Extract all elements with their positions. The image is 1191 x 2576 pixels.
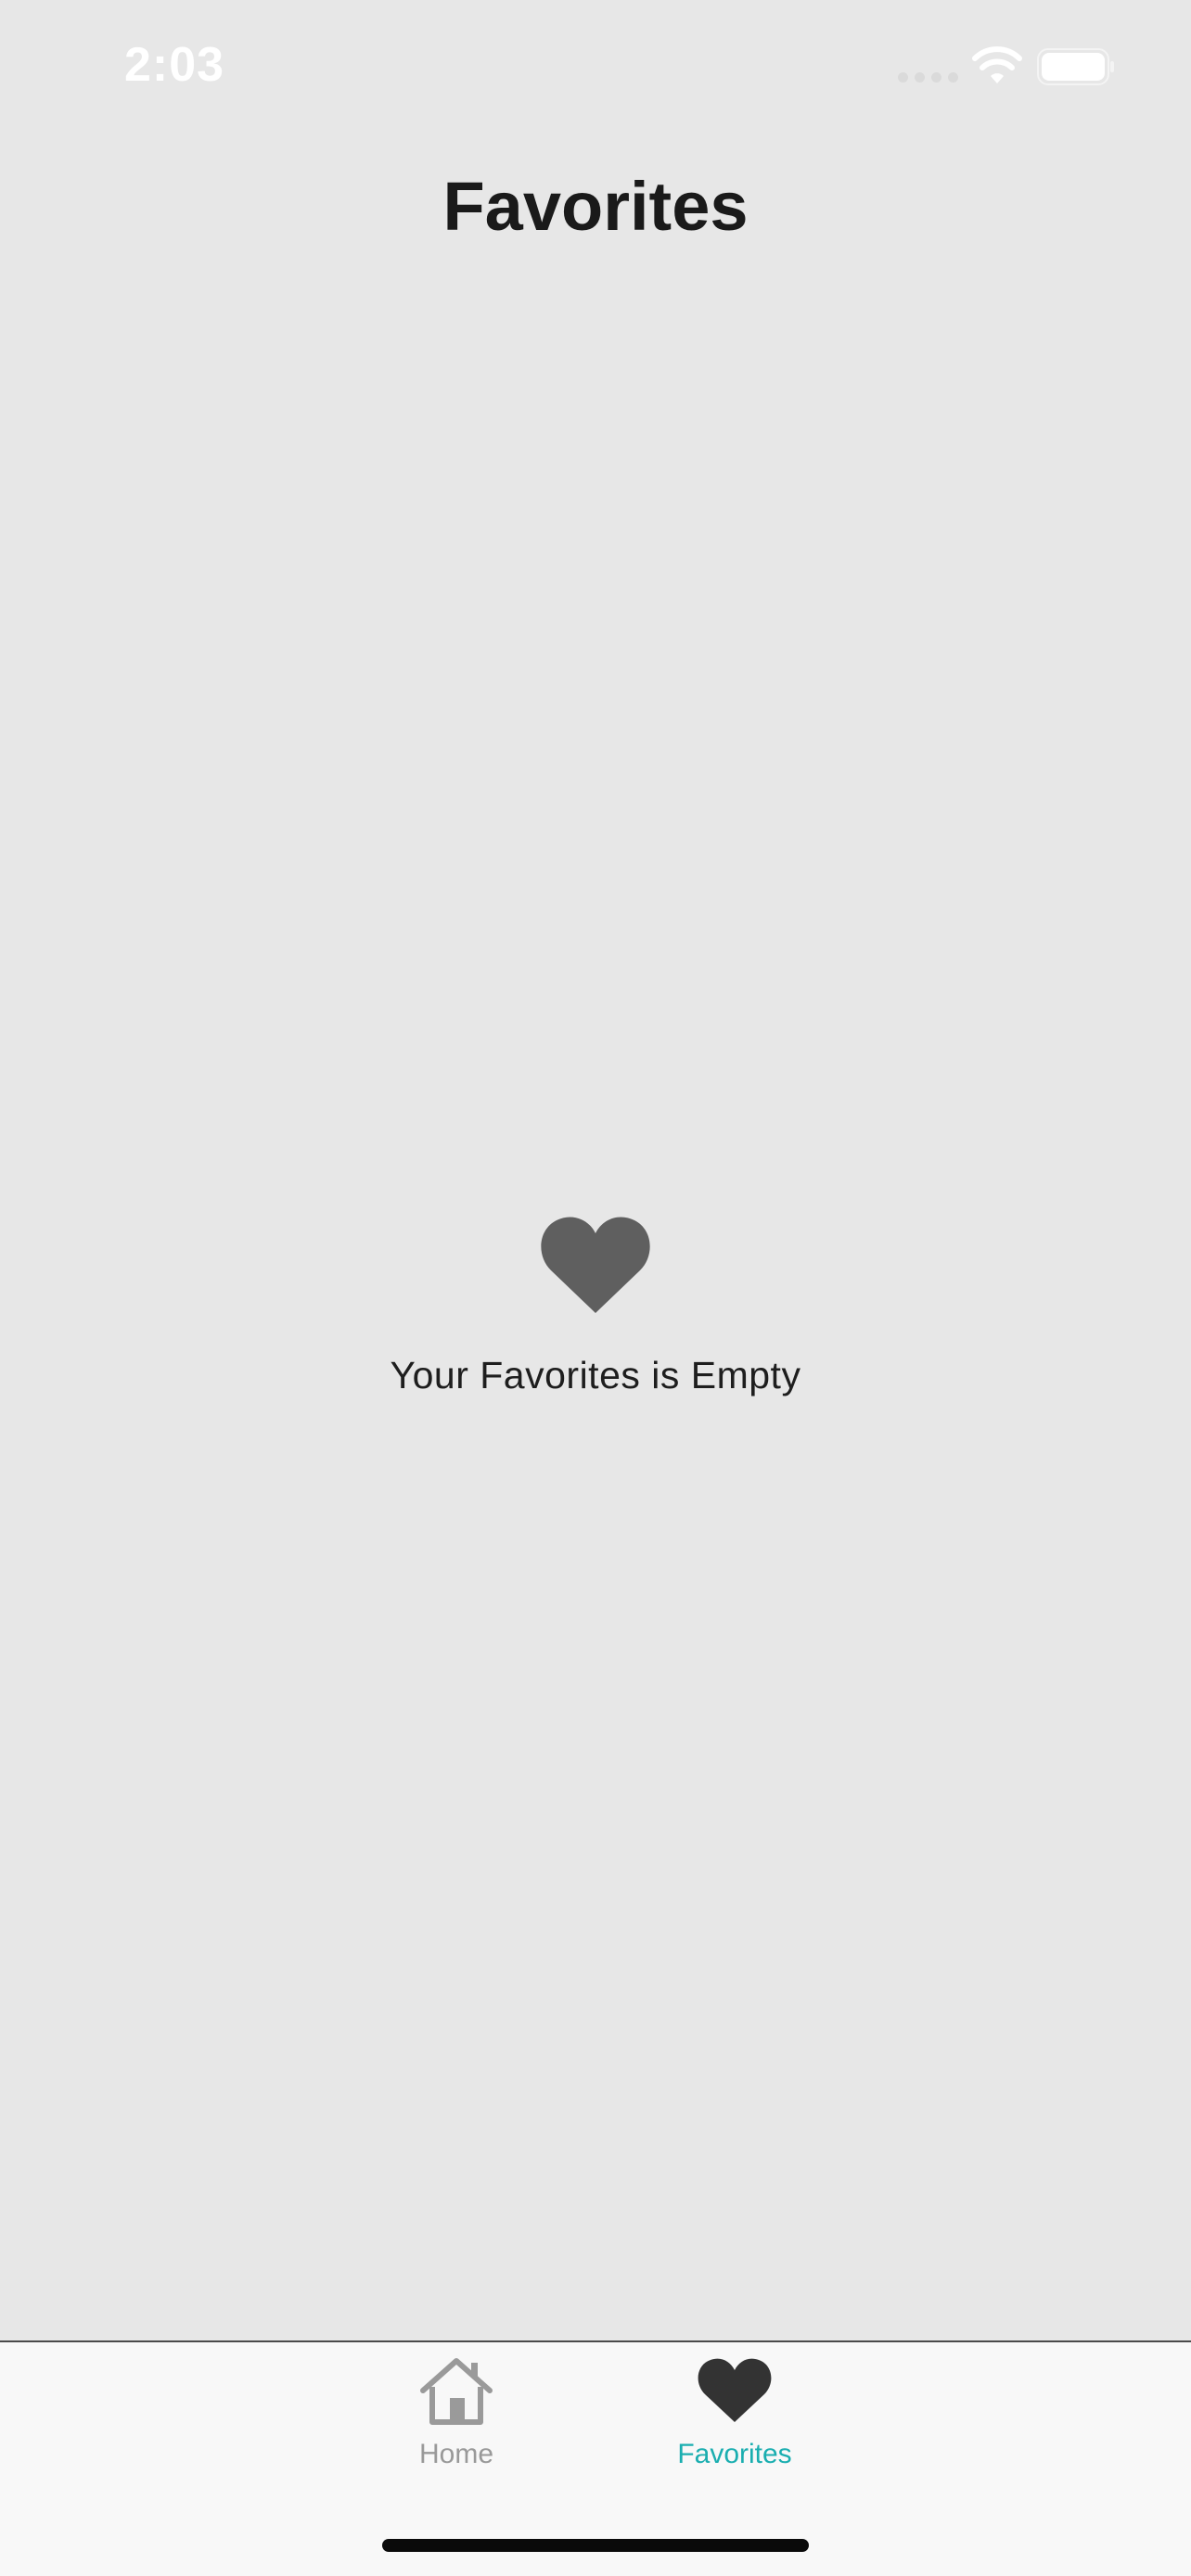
empty-state-message: Your Favorites is Empty [390, 1354, 801, 1396]
wifi-icon [972, 46, 1022, 83]
home-indicator[interactable] [382, 2539, 809, 2552]
battery-icon [1037, 48, 1114, 85]
home-icon [420, 2358, 493, 2425]
tab-favorites[interactable]: Favorites [623, 2342, 846, 2500]
page-title: Favorites [442, 168, 749, 245]
status-time: 2:03 [124, 38, 225, 92]
heart-icon [698, 2358, 772, 2422]
heart-icon [541, 1217, 650, 1313]
tab-favorites-label: Favorites [677, 2439, 792, 2469]
status-bar: 2:03 [0, 0, 1191, 130]
cellular-signal-icon [898, 72, 958, 83]
tab-home-label: Home [418, 2439, 494, 2469]
favorites-screen: 2:03 Favorites Your Favorites is Empty H… [0, 0, 1191, 2576]
tab-home[interactable]: Home [345, 2342, 568, 2500]
